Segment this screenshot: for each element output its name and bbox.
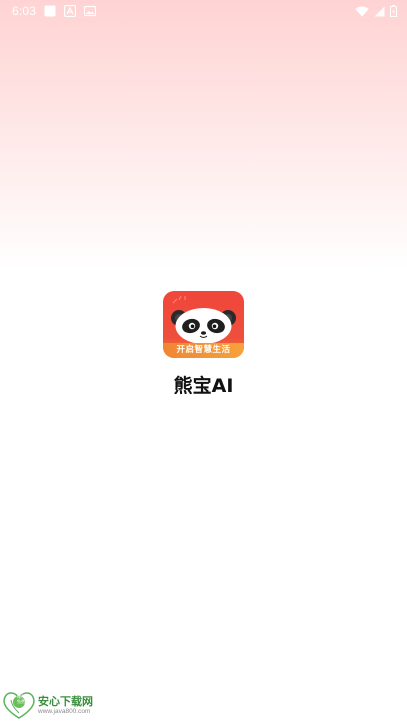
signal-icon: [374, 6, 385, 16]
site-watermark: 绿色 免费 安心下载网 www.java800.com: [2, 690, 112, 720]
app-icon: [64, 5, 77, 17]
status-bar: 6:03: [0, 0, 407, 22]
watermark-brand: 安心下载网: [38, 695, 93, 708]
wifi-icon: [355, 6, 369, 16]
status-time: 6:03: [12, 4, 37, 18]
app-name: 熊宝AI: [173, 375, 234, 397]
image-icon: [84, 5, 97, 17]
watermark-badge: 绿色 免费: [17, 694, 25, 704]
status-left: 6:03: [12, 4, 97, 18]
square-icon: [44, 5, 56, 17]
watermark-url: www.java800.com: [38, 708, 91, 715]
app-tagline: 开启智慧生活: [163, 343, 244, 358]
status-right: [355, 5, 397, 17]
battery-icon: [390, 5, 397, 17]
app-logo: 开启智慧生活: [163, 291, 244, 358]
